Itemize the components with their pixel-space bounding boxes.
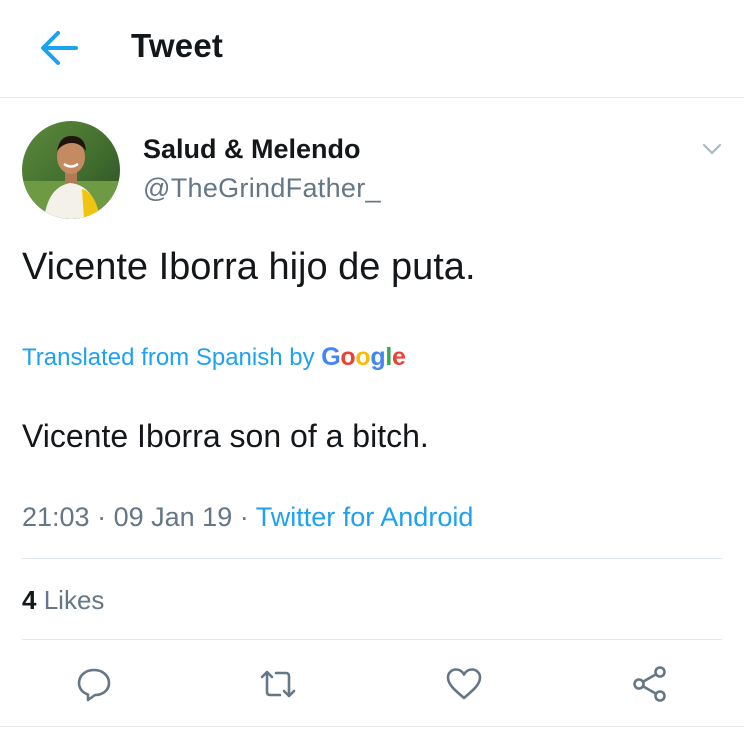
translation-label: Translated from Spanish by	[22, 344, 315, 371]
google-letter: o	[355, 343, 371, 371]
separator-dot: ·	[239, 502, 249, 532]
google-letter: g	[370, 343, 386, 371]
profile-photo	[22, 121, 120, 219]
divider	[0, 726, 744, 727]
share-icon	[633, 666, 666, 702]
back-button[interactable]	[36, 26, 82, 72]
google-letter: e	[392, 343, 406, 371]
tweet-source-link[interactable]: Twitter for Android	[256, 502, 474, 532]
arrow-left-icon	[41, 31, 78, 65]
display-name[interactable]: Salud & Melendo	[143, 134, 361, 165]
tweet-menu-button[interactable]	[698, 135, 726, 163]
google-logo: Google	[321, 343, 406, 371]
google-letter: G	[321, 343, 341, 371]
tweet-text: Vicente Iborra hijo de puta.	[22, 246, 476, 288]
translation-attribution[interactable]: Translated from Spanish by Google	[22, 343, 406, 372]
heart-icon	[446, 668, 482, 700]
chevron-down-icon	[702, 143, 722, 155]
divider	[22, 558, 722, 559]
separator-dot: ·	[97, 502, 107, 532]
top-bar: Tweet	[0, 0, 744, 98]
likes-count: 4	[22, 585, 37, 615]
likes-stat[interactable]: 4 Likes	[22, 585, 104, 616]
like-button[interactable]	[444, 664, 484, 704]
page-title: Tweet	[131, 27, 224, 64]
reply-button[interactable]	[74, 664, 114, 704]
retweet-button[interactable]	[258, 664, 298, 704]
likes-label: Likes	[43, 585, 105, 615]
retweet-icon	[260, 670, 296, 698]
avatar[interactable]	[22, 121, 120, 219]
username-handle[interactable]: @TheGrindFather_	[143, 173, 381, 204]
tweet-time: 21:03	[22, 502, 90, 532]
google-letter: o	[340, 343, 356, 371]
translated-text: Vicente Iborra son of a bitch.	[22, 418, 429, 454]
share-button[interactable]	[630, 664, 670, 704]
divider	[22, 639, 722, 640]
tweet-date: 09 Jan 19	[113, 502, 233, 532]
tweet-metadata: 21:03 · 09 Jan 19 · Twitter for Android	[22, 502, 473, 533]
reply-icon	[77, 668, 111, 702]
